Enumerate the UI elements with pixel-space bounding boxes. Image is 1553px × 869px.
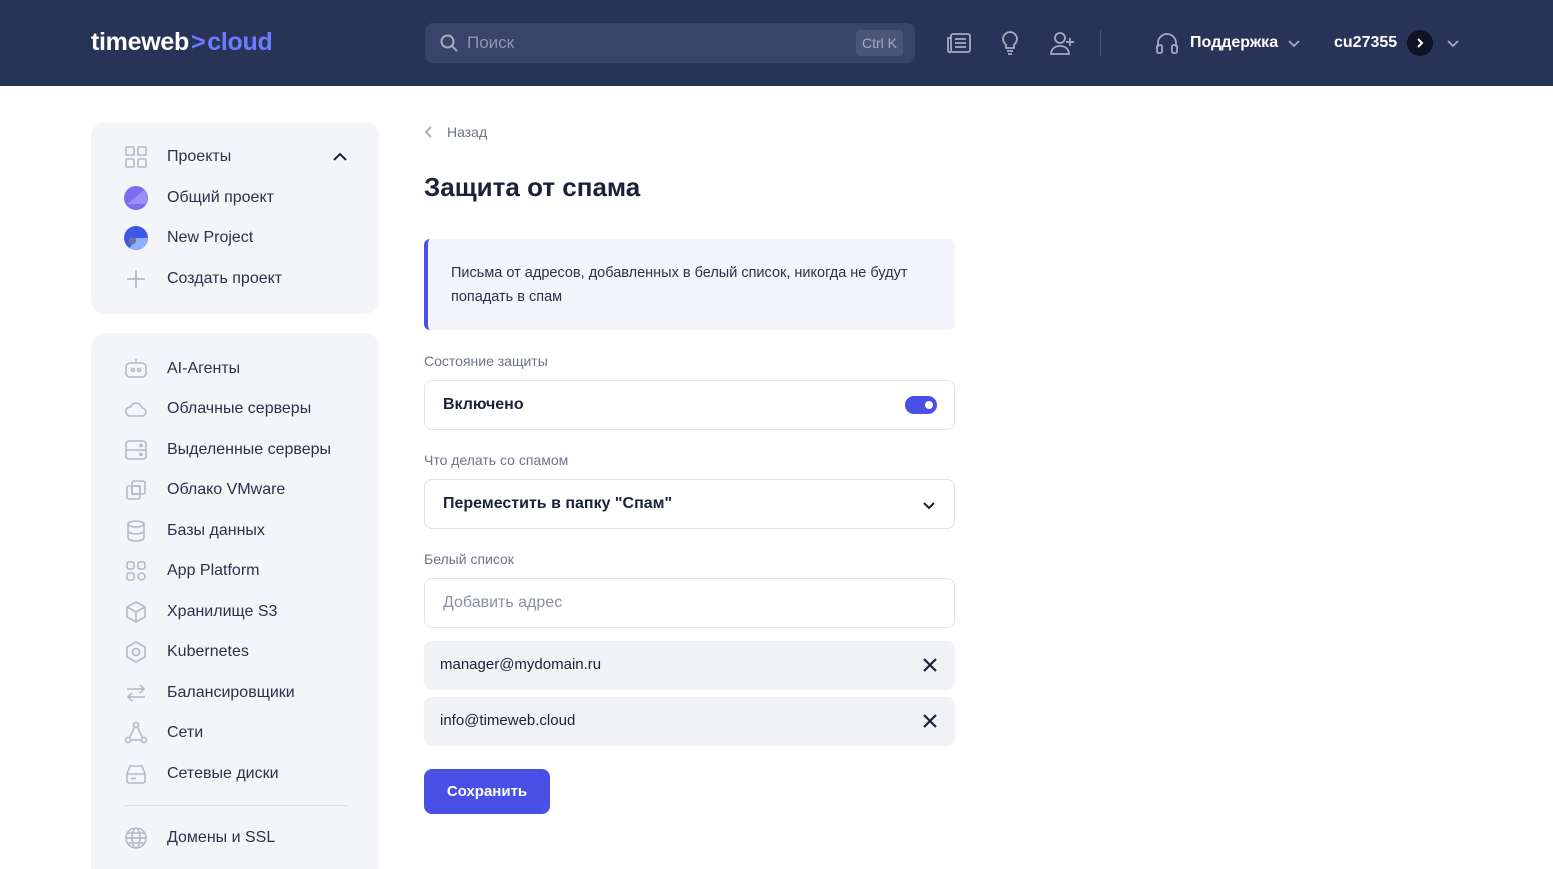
nav-label: Сетевые диски <box>167 765 279 782</box>
close-icon[interactable] <box>922 657 938 673</box>
nav-item-ai-agents[interactable]: AI-Агенты <box>91 351 379 387</box>
apps-icon <box>124 559 148 583</box>
protection-field: Включено <box>424 380 955 430</box>
whitelist-address: info@timeweb.cloud <box>440 712 576 729</box>
grid-icon <box>124 145 148 169</box>
projects-panel: Проекты Общий проект New Project Создать… <box>91 122 379 314</box>
nav-item-databases[interactable]: Базы данных <box>91 513 379 549</box>
disk-icon <box>124 762 148 786</box>
protection-toggle[interactable] <box>905 396 937 414</box>
whitelist-field <box>424 578 955 628</box>
kubernetes-icon <box>124 640 148 664</box>
project-label: New Project <box>167 229 254 246</box>
search-icon <box>440 34 458 52</box>
top-bar: timeweb>cloud Ctrl K Поддержка cu27355 <box>0 0 1553 86</box>
nav-item-balancers[interactable]: Балансировщики <box>91 675 379 711</box>
nav-label: Домены и SSL <box>167 829 276 846</box>
nav-label: Балансировщики <box>167 684 295 701</box>
info-banner: Письма от адресов, добавленных в белый с… <box>424 239 955 330</box>
protection-label: Состояние защиты <box>424 353 548 369</box>
chevron-down-icon <box>1447 40 1459 48</box>
project-item-new[interactable]: New Project <box>91 220 379 256</box>
nav-item-network-disks[interactable]: Сетевые диски <box>91 756 379 792</box>
spam-action-value: Переместить в папку "Спам" <box>443 495 673 512</box>
project-avatar-icon <box>124 186 148 210</box>
nav-label: App Platform <box>167 562 260 579</box>
nav-label: Выделенные серверы <box>167 441 332 458</box>
create-project-label: Создать проект <box>167 270 283 287</box>
nav-label: Сети <box>167 724 204 741</box>
user-menu[interactable]: cu27355 <box>1334 28 1461 58</box>
chevron-left-icon <box>424 126 432 138</box>
back-link[interactable]: Назад <box>424 124 487 140</box>
logo-separator: > <box>190 28 206 56</box>
whitelist-label: Белый список <box>424 551 514 567</box>
nav-label: Хранилище S3 <box>167 603 278 620</box>
nav-item-dedicated-servers[interactable]: Выделенные серверы <box>91 432 379 468</box>
lightbulb-icon[interactable] <box>996 29 1024 57</box>
protection-value: Включено <box>443 396 524 413</box>
user-arrow-button[interactable] <box>1407 30 1434 56</box>
header-divider <box>1100 30 1101 56</box>
balancer-icon <box>124 681 148 705</box>
spam-action-label: Что делать со спамом <box>424 452 569 468</box>
nav-panel: AI-Агенты Облачные серверы Выделенные се… <box>91 333 379 869</box>
whitelist-input[interactable] <box>425 579 954 627</box>
nav-divider <box>124 805 348 806</box>
chevron-up-icon[interactable] <box>331 148 349 166</box>
nav-item-kubernetes[interactable]: Kubernetes <box>91 634 379 670</box>
search-box[interactable]: Ctrl K <box>425 23 915 63</box>
nav-label: Облачные серверы <box>167 400 312 417</box>
search-shortcut: Ctrl K <box>856 30 903 56</box>
nav-label: Облако VMware <box>167 481 286 498</box>
nav-label: AI-Агенты <box>167 360 241 377</box>
add-user-icon[interactable] <box>1048 29 1076 57</box>
project-avatar-icon <box>124 226 148 250</box>
whitelist-address: manager@mydomain.ru <box>440 656 602 673</box>
support-label: Поддержка <box>1190 34 1279 51</box>
user-name: cu27355 <box>1334 34 1398 51</box>
nav-item-domains[interactable]: Домены и SSL <box>91 820 379 856</box>
news-icon[interactable] <box>946 29 974 57</box>
plus-icon <box>124 267 148 291</box>
server-icon <box>124 438 148 462</box>
project-label: Общий проект <box>167 189 274 206</box>
projects-header[interactable]: Проекты <box>91 139 379 175</box>
create-project-button[interactable]: Создать проект <box>91 261 379 297</box>
nav-label: Kubernetes <box>167 643 249 660</box>
whitelist-item: info@timeweb.cloud <box>424 697 955 746</box>
spam-action-select[interactable]: Переместить в папку "Спам" <box>424 479 955 529</box>
nav-item-networks[interactable]: Сети <box>91 715 379 751</box>
whitelist-item: manager@mydomain.ru <box>424 641 955 690</box>
headset-icon <box>1156 33 1178 54</box>
nav-item-s3-storage[interactable]: Хранилище S3 <box>91 594 379 630</box>
support-menu[interactable]: Поддержка <box>1154 28 1302 58</box>
projects-title: Проекты <box>167 148 232 165</box>
nav-item-cloud-servers[interactable]: Облачные серверы <box>91 391 379 427</box>
logo-text-right: cloud <box>207 28 273 56</box>
database-icon <box>124 519 148 543</box>
chevron-down-icon <box>923 502 935 510</box>
cloud-icon <box>124 397 148 421</box>
toggle-knob <box>925 401 933 409</box>
globe-icon <box>124 826 148 850</box>
close-icon[interactable] <box>922 713 938 729</box>
back-label: Назад <box>447 124 488 140</box>
nav-item-app-platform[interactable]: App Platform <box>91 553 379 589</box>
robot-icon <box>124 357 148 381</box>
logo[interactable]: timeweb>cloud <box>91 26 273 58</box>
project-item-general[interactable]: Общий проект <box>91 180 379 216</box>
nav-label: Базы данных <box>167 522 265 539</box>
page-title: Защита от спама <box>424 172 641 202</box>
cube-icon <box>124 600 148 624</box>
nav-item-vmware[interactable]: Облако VMware <box>91 472 379 508</box>
chevron-right-icon <box>1417 38 1424 48</box>
vmware-icon <box>124 478 148 502</box>
chevron-down-icon <box>1288 40 1300 48</box>
search-input[interactable] <box>467 23 847 63</box>
info-text: Письма от адресов, добавленных в белый с… <box>451 265 908 305</box>
logo-text-left: timeweb <box>91 28 189 56</box>
save-button[interactable]: Сохранить <box>424 769 550 814</box>
network-icon <box>124 721 148 745</box>
